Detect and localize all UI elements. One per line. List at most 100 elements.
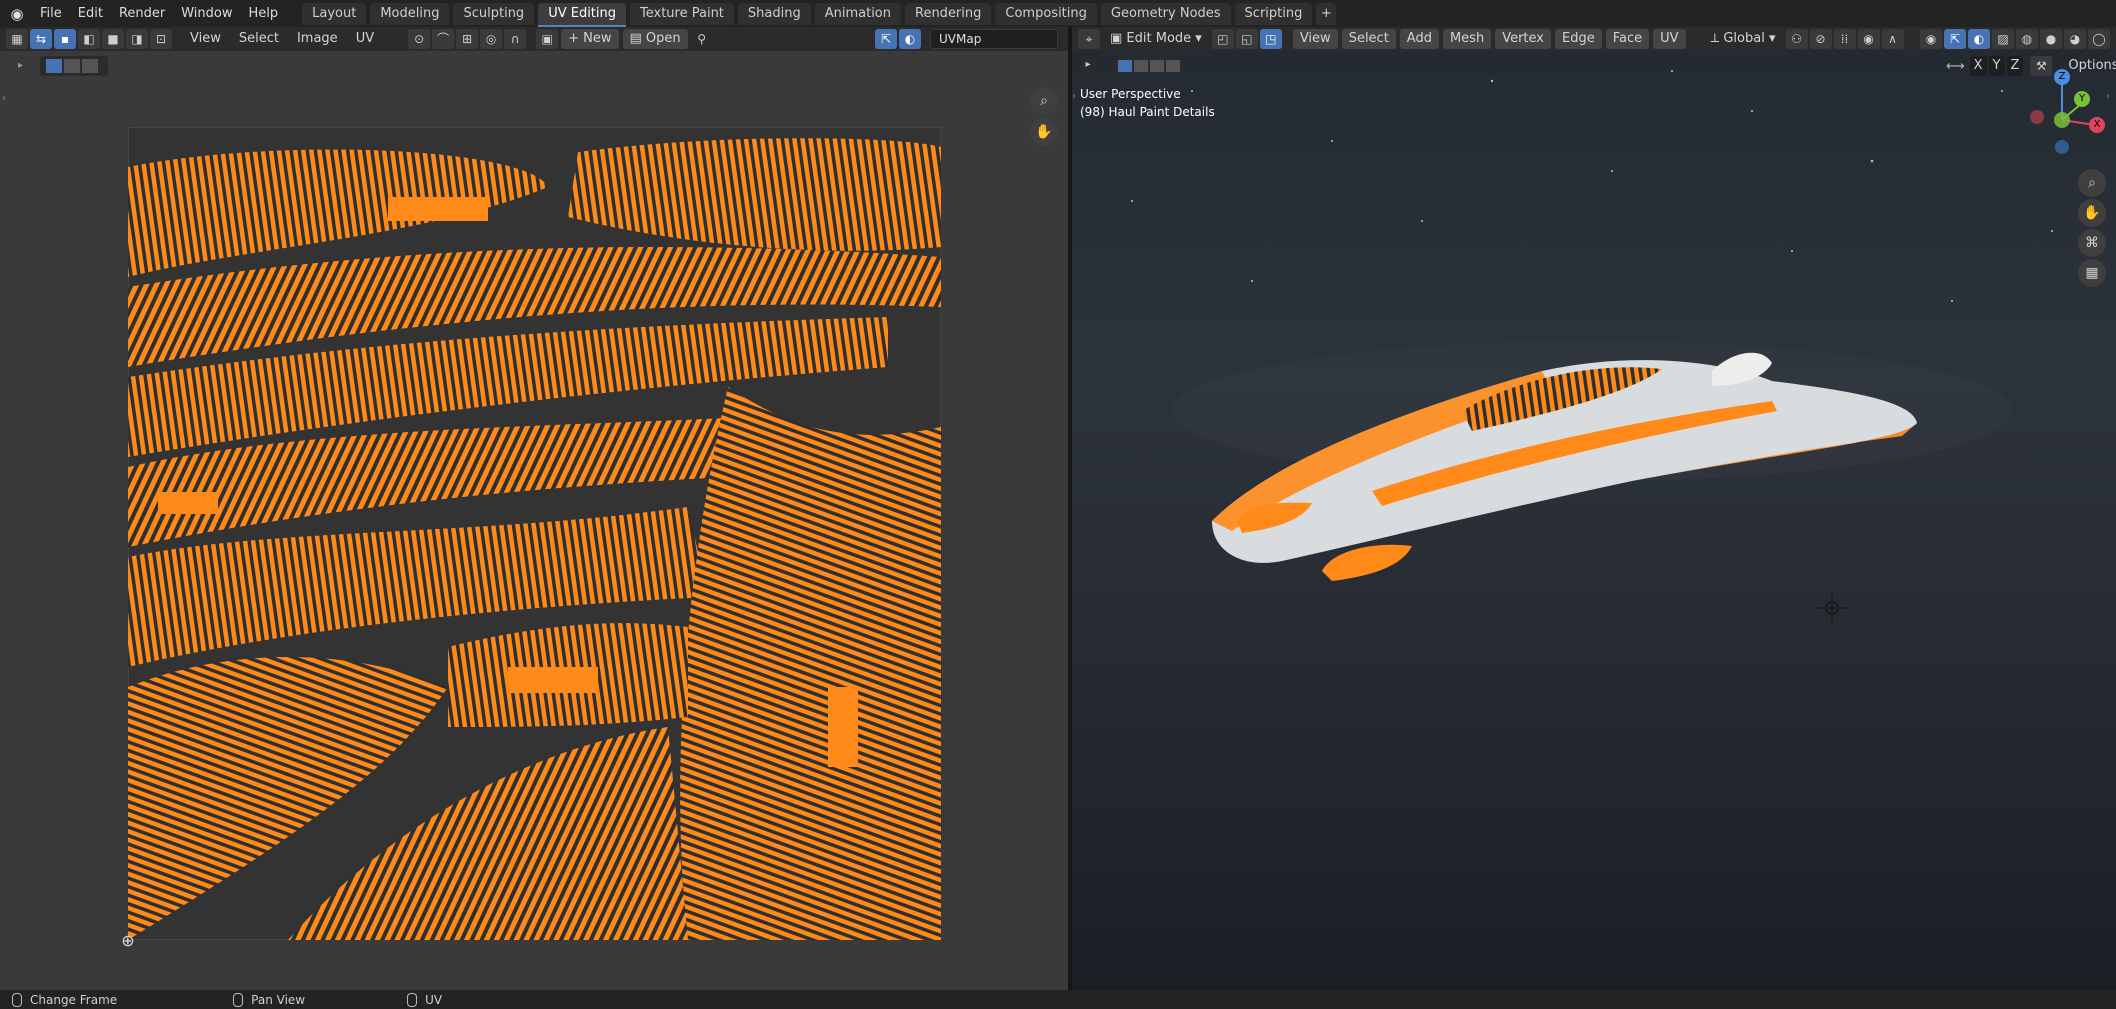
snap-icon[interactable]: ⌒ <box>432 29 455 49</box>
2d-cursor-icon[interactable]: ⊕ <box>118 931 138 951</box>
overlay-toggle-icon[interactable]: ◐ <box>899 29 921 49</box>
uv-editor[interactable]: ▸ › ⊕ ⌕ ✋ <box>0 51 1068 990</box>
open-image-button[interactable]: ▤ Open <box>622 29 688 49</box>
viewport-menu-view[interactable]: View <box>1292 29 1338 49</box>
tab-uv-editing[interactable]: UV Editing <box>538 2 627 27</box>
vertex-select-icon[interactable]: ▪ <box>54 29 76 49</box>
mouse-left-icon <box>12 992 22 1007</box>
falloff-icon[interactable]: ∩ <box>504 29 527 49</box>
viewport-editor-type-icon[interactable]: ⌖ <box>1078 29 1100 49</box>
proportional-edit-icon[interactable]: ◎ <box>480 29 503 49</box>
editor-type-icon[interactable]: ▦ <box>6 29 28 49</box>
shading-rendered-icon[interactable]: ◯ <box>2088 29 2110 49</box>
viewport-pan-hand-icon[interactable]: ✋ <box>2078 199 2106 227</box>
pan-hand-icon[interactable]: ✋ <box>1030 118 1058 146</box>
navigation-gizmo[interactable]: Z Y X <box>2017 65 2107 155</box>
snap-target-icon[interactable]: ⊞ <box>456 29 479 49</box>
viewport-menu-mesh[interactable]: Mesh <box>1442 29 1492 49</box>
face-select-icon[interactable]: ■ <box>102 29 124 49</box>
viewport-snap-icon[interactable]: ⊘ <box>1809 29 1832 49</box>
menu-window[interactable]: Window <box>173 0 240 27</box>
viewport-menu-uv[interactable]: UV <box>1653 29 1686 49</box>
pin-icon[interactable]: ⚲ <box>691 29 713 49</box>
mirror-y-toggle[interactable]: Y <box>1988 56 2005 76</box>
xray-icon[interactable]: ▨ <box>1992 29 2014 49</box>
tab-texture-paint[interactable]: Texture Paint <box>630 2 734 25</box>
viewport-toolbar-toggle-icon[interactable]: ▸ <box>1080 57 1096 73</box>
viewport-scene <box>1131 70 2063 623</box>
viewport-select-box-icon[interactable] <box>1118 60 1132 72</box>
zoom-icon[interactable]: ⌕ <box>1030 87 1058 115</box>
toolbar-expand-icon[interactable]: ▸ <box>18 60 23 71</box>
viewport-proportional-icon[interactable]: ◉ <box>1857 29 1880 49</box>
tab-animation[interactable]: Animation <box>814 2 901 25</box>
viewport-menu-add[interactable]: Add <box>1399 29 1439 49</box>
pivot-icon[interactable]: ⊙ <box>408 29 431 49</box>
sidebar-toggle-icon[interactable]: ‹ <box>2106 91 2110 102</box>
tab-layout[interactable]: Layout <box>302 2 367 25</box>
3d-viewport[interactable]: User Perspective (98) Haul Paint Details… <box>1072 51 2116 990</box>
viewport-gizmo-icon[interactable]: ⇱ <box>1944 29 1966 49</box>
perspective-toggle-icon[interactable]: ▦ <box>2078 259 2106 287</box>
viewport-menu-vertex[interactable]: Vertex <box>1495 29 1551 49</box>
sticky-select-icon[interactable]: ⊡ <box>150 29 172 49</box>
gizmo-y-axis[interactable]: Y <box>2074 91 2090 107</box>
viewport-select-intersect-icon[interactable] <box>1166 60 1180 72</box>
viewport-zoom-icon[interactable]: ⌕ <box>2078 169 2106 197</box>
tab-modeling[interactable]: Modeling <box>370 2 450 25</box>
menu-file[interactable]: File <box>32 0 70 27</box>
pivot-point-icon[interactable]: ⚇ <box>1785 29 1808 49</box>
menu-help[interactable]: Help <box>241 0 287 27</box>
image-browse-icon[interactable]: ▣ <box>536 29 559 49</box>
transform-orientation[interactable]: ⟂ Global ▾ <box>1704 29 1783 49</box>
tab-rendering[interactable]: Rendering <box>905 2 992 25</box>
snap-grid-icon[interactable]: ⁞⁞ <box>1833 29 1856 49</box>
viewport-select-mode-bar[interactable] <box>1112 57 1184 75</box>
tab-compositing[interactable]: Compositing <box>995 2 1097 25</box>
tab-geometry-nodes[interactable]: Geometry Nodes <box>1100 2 1231 25</box>
gizmo-x-axis[interactable]: X <box>2089 117 2105 133</box>
viewport-select-subtract-icon[interactable] <box>1150 60 1164 72</box>
select-subtract-icon[interactable] <box>82 59 98 73</box>
area-swap-icon[interactable]: ‹› <box>1072 91 1076 102</box>
add-workspace-icon[interactable]: + <box>1316 2 1337 25</box>
blender-logo-icon[interactable]: ◉ <box>8 5 26 23</box>
island-select-icon[interactable]: ◨ <box>126 29 148 49</box>
viewport-select-extend-icon[interactable] <box>1134 60 1148 72</box>
new-image-button[interactable]: + New <box>561 29 619 49</box>
uv-menu-uv[interactable]: UV <box>349 29 381 49</box>
viewport-menu-face[interactable]: Face <box>1605 29 1650 49</box>
sync-selection-icon[interactable]: ⇆ <box>30 29 52 49</box>
uv-select-mode-bar[interactable] <box>40 56 108 76</box>
mirror-x-toggle[interactable]: X <box>1969 56 1987 76</box>
vertex-mode-icon[interactable]: ◰ <box>1211 29 1234 49</box>
tab-scripting[interactable]: Scripting <box>1234 2 1313 25</box>
shading-wireframe-icon[interactable]: ◍ <box>2016 29 2038 49</box>
edge-select-icon[interactable]: ◧ <box>78 29 100 49</box>
uv-menu-image[interactable]: Image <box>290 29 345 49</box>
visibility-icon[interactable]: ◉ <box>1920 29 1942 49</box>
proportional-falloff-icon[interactable]: ∧ <box>1881 29 1904 49</box>
viewport-menu-select[interactable]: Select <box>1341 29 1396 49</box>
sidebar-expand-icon[interactable]: › <box>2 93 6 104</box>
shading-material-icon[interactable]: ◕ <box>2064 29 2086 49</box>
shading-solid-icon[interactable]: ● <box>2040 29 2062 49</box>
viewport-menu-edge[interactable]: Edge <box>1555 29 1602 49</box>
camera-view-icon[interactable]: ⌘ <box>2078 229 2106 257</box>
uv-menu-view[interactable]: View <box>183 29 228 49</box>
gizmo-toggle-icon[interactable]: ⇱ <box>875 29 897 49</box>
edge-mode-icon[interactable]: ◱ <box>1235 29 1258 49</box>
mode-selector[interactable]: ▣ Edit Mode ▾ <box>1103 29 1209 49</box>
gizmo-z-axis[interactable]: Z <box>2054 69 2070 85</box>
tab-sculpting[interactable]: Sculpting <box>453 2 535 25</box>
select-extend-icon[interactable] <box>64 59 80 73</box>
uv-layout-canvas[interactable] <box>128 127 941 940</box>
select-box-icon[interactable] <box>46 59 62 73</box>
uvmap-field[interactable]: UVMap <box>930 29 1058 49</box>
menu-edit[interactable]: Edit <box>70 0 111 27</box>
face-mode-icon[interactable]: ◳ <box>1259 29 1282 49</box>
tab-shading[interactable]: Shading <box>737 2 811 25</box>
menu-render[interactable]: Render <box>111 0 173 27</box>
uv-menu-select[interactable]: Select <box>232 29 286 49</box>
viewport-overlay-icon[interactable]: ◐ <box>1968 29 1990 49</box>
